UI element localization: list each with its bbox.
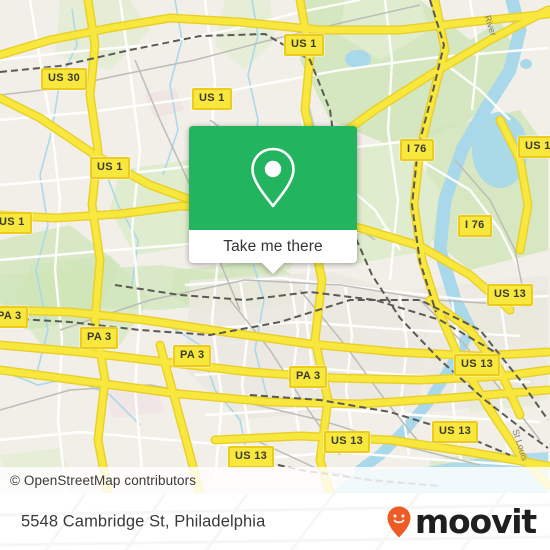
moovit-logo[interactable]: moovit xyxy=(386,502,537,541)
road-shield-pa-3: PA 3 xyxy=(80,327,119,349)
road-shield-pa-3: PA 3 xyxy=(289,366,328,388)
road-shield-pa-3: PA 3 xyxy=(173,345,212,367)
road-shield-us-1: US 1 xyxy=(0,212,32,234)
road-shield-us-13: US 13 xyxy=(228,446,275,468)
road-shield-us-1: US 1 xyxy=(90,157,130,179)
road-shield-us-1: US 1 xyxy=(192,88,232,110)
popup-icon-area xyxy=(189,126,357,230)
road-shield-i-76: I 76 xyxy=(400,139,434,161)
road-shield-us-13: US 13 xyxy=(324,431,371,453)
road-shield-i-76: I 76 xyxy=(458,215,492,237)
location-popup-card[interactable]: Take me there xyxy=(189,126,357,274)
openstreetmap-attribution[interactable]: © OpenStreetMap contributors xyxy=(0,473,196,488)
road-shield-pa-3: PA 3 xyxy=(0,306,29,328)
map-attribution-bar: © OpenStreetMap contributors xyxy=(0,467,550,493)
moovit-wordmark: moovit xyxy=(414,502,537,541)
footer-bar: 5548 Cambridge St, Philadelphia moovit xyxy=(0,493,550,550)
address-label: 5548 Cambridge St, Philadelphia xyxy=(21,512,266,530)
map-pin-icon xyxy=(251,147,295,208)
popup-action-area[interactable]: Take me there xyxy=(189,230,357,274)
take-me-there-label: Take me there xyxy=(223,237,323,255)
road-shield-us-13: US 13 xyxy=(518,136,550,158)
road-shield-us-1: US 1 xyxy=(284,34,324,56)
road-shield-us-30: US 30 xyxy=(41,68,88,90)
map-canvas[interactable]: River St Louis US 1 US 30 US 1 I 76 US 1… xyxy=(0,0,550,493)
road-shield-us-13: US 13 xyxy=(432,421,479,443)
road-shield-us-13: US 13 xyxy=(487,284,534,306)
moovit-smiley-pin-icon xyxy=(387,506,411,537)
popup-pointer xyxy=(262,263,284,274)
map-screen: River St Louis US 1 US 30 US 1 I 76 US 1… xyxy=(0,0,550,550)
road-shield-us-13: US 13 xyxy=(454,354,501,376)
